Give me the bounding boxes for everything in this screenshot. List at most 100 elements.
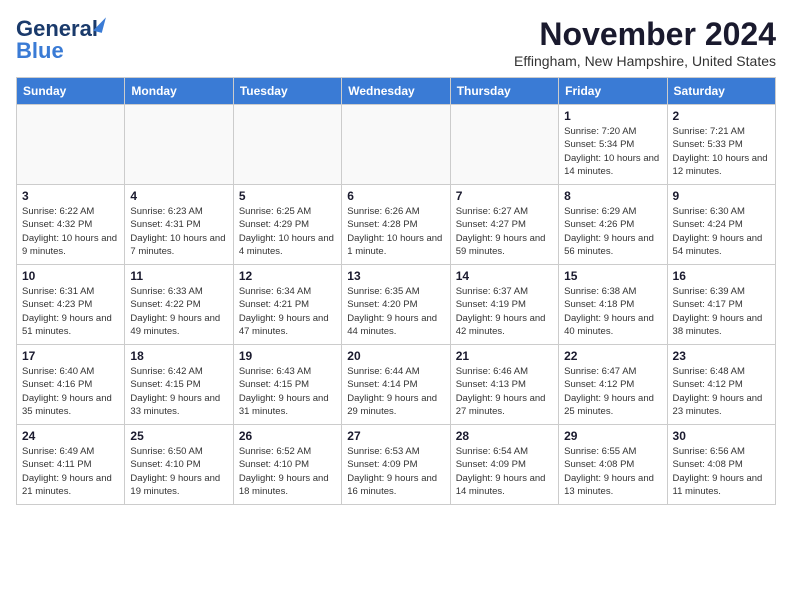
calendar-cell: 3Sunrise: 6:22 AM Sunset: 4:32 PM Daylig… xyxy=(17,185,125,265)
calendar-week-row: 17 Sunrise: 6:40 AM Sunset: 4:16 PM Dayli… xyxy=(17,345,776,425)
day-number: 7 xyxy=(456,189,553,203)
day-info: Sunrise: 7:20 AM Sunset: 5:34 PM Dayligh… xyxy=(564,125,661,178)
day-info: Sunrise: 6:48 AM Sunset: 4:12 PM Dayligh… xyxy=(673,365,770,418)
title-area: November 2024 Effingham, New Hampshire, … xyxy=(514,16,776,69)
calendar-cell: 29 Sunrise: 6:55 AM Sunset: 4:08 PM Dayli… xyxy=(559,425,667,505)
weekday-header-wednesday: Wednesday xyxy=(342,78,450,105)
day-number: 16 xyxy=(673,269,770,283)
location-subtitle: Effingham, New Hampshire, United States xyxy=(514,53,776,69)
calendar-cell: 2Sunrise: 7:21 AM Sunset: 5:33 PM Daylig… xyxy=(667,105,775,185)
calendar-cell: 20 Sunrise: 6:44 AM Sunset: 4:14 PM Dayli… xyxy=(342,345,450,425)
calendar-cell xyxy=(450,105,558,185)
calendar-cell: 21 Sunrise: 6:46 AM Sunset: 4:13 PM Dayli… xyxy=(450,345,558,425)
calendar-cell xyxy=(233,105,341,185)
day-number: 23 xyxy=(673,349,770,363)
day-number: 21 xyxy=(456,349,553,363)
day-number: 9 xyxy=(673,189,770,203)
logo-general: General xyxy=(16,16,98,41)
day-number: 17 xyxy=(22,349,119,363)
calendar-cell: 18 Sunrise: 6:42 AM Sunset: 4:15 PM Dayli… xyxy=(125,345,233,425)
day-number: 20 xyxy=(347,349,444,363)
day-info: Sunrise: 6:25 AM Sunset: 4:29 PM Dayligh… xyxy=(239,205,336,258)
day-info: Sunrise: 6:38 AM Sunset: 4:18 PM Dayligh… xyxy=(564,285,661,338)
calendar-cell: 30Sunrise: 6:56 AM Sunset: 4:08 PM Dayli… xyxy=(667,425,775,505)
day-number: 1 xyxy=(564,109,661,123)
day-number: 15 xyxy=(564,269,661,283)
weekday-header-friday: Friday xyxy=(559,78,667,105)
calendar-cell: 26 Sunrise: 6:52 AM Sunset: 4:10 PM Dayli… xyxy=(233,425,341,505)
day-number: 6 xyxy=(347,189,444,203)
day-info: Sunrise: 6:43 AM Sunset: 4:15 PM Dayligh… xyxy=(239,365,336,418)
day-number: 14 xyxy=(456,269,553,283)
day-info: Sunrise: 6:30 AM Sunset: 4:24 PM Dayligh… xyxy=(673,205,770,258)
day-info: Sunrise: 6:56 AM Sunset: 4:08 PM Dayligh… xyxy=(673,445,770,498)
day-info: Sunrise: 6:52 AM Sunset: 4:10 PM Dayligh… xyxy=(239,445,336,498)
logo: General Blue xyxy=(16,16,98,64)
day-info: Sunrise: 6:37 AM Sunset: 4:19 PM Dayligh… xyxy=(456,285,553,338)
weekday-header-monday: Monday xyxy=(125,78,233,105)
calendar-cell: 4 Sunrise: 6:23 AM Sunset: 4:31 PM Daylig… xyxy=(125,185,233,265)
weekday-header-thursday: Thursday xyxy=(450,78,558,105)
calendar-week-row: 10 Sunrise: 6:31 AM Sunset: 4:23 PM Dayli… xyxy=(17,265,776,345)
calendar-cell: 28 Sunrise: 6:54 AM Sunset: 4:09 PM Dayli… xyxy=(450,425,558,505)
calendar-cell: 6 Sunrise: 6:26 AM Sunset: 4:28 PM Daylig… xyxy=(342,185,450,265)
day-info: Sunrise: 6:39 AM Sunset: 4:17 PM Dayligh… xyxy=(673,285,770,338)
calendar-cell: 19 Sunrise: 6:43 AM Sunset: 4:15 PM Dayli… xyxy=(233,345,341,425)
calendar-header-row: SundayMondayTuesdayWednesdayThursdayFrid… xyxy=(17,78,776,105)
calendar-cell: 24 Sunrise: 6:49 AM Sunset: 4:11 PM Dayli… xyxy=(17,425,125,505)
day-number: 25 xyxy=(130,429,227,443)
day-info: Sunrise: 6:49 AM Sunset: 4:11 PM Dayligh… xyxy=(22,445,119,498)
day-info: Sunrise: 6:40 AM Sunset: 4:16 PM Dayligh… xyxy=(22,365,119,418)
weekday-header-sunday: Sunday xyxy=(17,78,125,105)
day-info: Sunrise: 6:23 AM Sunset: 4:31 PM Dayligh… xyxy=(130,205,227,258)
day-info: Sunrise: 6:42 AM Sunset: 4:15 PM Dayligh… xyxy=(130,365,227,418)
calendar-cell: 11 Sunrise: 6:33 AM Sunset: 4:22 PM Dayli… xyxy=(125,265,233,345)
day-number: 4 xyxy=(130,189,227,203)
day-info: Sunrise: 6:55 AM Sunset: 4:08 PM Dayligh… xyxy=(564,445,661,498)
day-number: 19 xyxy=(239,349,336,363)
day-number: 13 xyxy=(347,269,444,283)
day-info: Sunrise: 6:29 AM Sunset: 4:26 PM Dayligh… xyxy=(564,205,661,258)
calendar-cell: 16 Sunrise: 6:39 AM Sunset: 4:17 PM Dayli… xyxy=(667,265,775,345)
day-info: Sunrise: 6:35 AM Sunset: 4:20 PM Dayligh… xyxy=(347,285,444,338)
calendar-cell xyxy=(125,105,233,185)
day-info: Sunrise: 6:22 AM Sunset: 4:32 PM Dayligh… xyxy=(22,205,119,258)
day-info: Sunrise: 6:27 AM Sunset: 4:27 PM Dayligh… xyxy=(456,205,553,258)
day-number: 22 xyxy=(564,349,661,363)
day-info: Sunrise: 6:44 AM Sunset: 4:14 PM Dayligh… xyxy=(347,365,444,418)
day-number: 11 xyxy=(130,269,227,283)
weekday-header-tuesday: Tuesday xyxy=(233,78,341,105)
header: General Blue November 2024 Effingham, Ne… xyxy=(16,16,776,69)
day-info: Sunrise: 6:47 AM Sunset: 4:12 PM Dayligh… xyxy=(564,365,661,418)
calendar-cell: 10 Sunrise: 6:31 AM Sunset: 4:23 PM Dayli… xyxy=(17,265,125,345)
calendar-week-row: 24 Sunrise: 6:49 AM Sunset: 4:11 PM Dayli… xyxy=(17,425,776,505)
day-info: Sunrise: 6:33 AM Sunset: 4:22 PM Dayligh… xyxy=(130,285,227,338)
calendar-cell: 22 Sunrise: 6:47 AM Sunset: 4:12 PM Dayli… xyxy=(559,345,667,425)
day-info: Sunrise: 6:34 AM Sunset: 4:21 PM Dayligh… xyxy=(239,285,336,338)
calendar-cell: 1 Sunrise: 7:20 AM Sunset: 5:34 PM Daylig… xyxy=(559,105,667,185)
calendar-cell: 17 Sunrise: 6:40 AM Sunset: 4:16 PM Dayli… xyxy=(17,345,125,425)
calendar-cell: 7 Sunrise: 6:27 AM Sunset: 4:27 PM Daylig… xyxy=(450,185,558,265)
calendar-cell: 9 Sunrise: 6:30 AM Sunset: 4:24 PM Daylig… xyxy=(667,185,775,265)
day-number: 10 xyxy=(22,269,119,283)
calendar-cell: 27Sunrise: 6:53 AM Sunset: 4:09 PM Dayli… xyxy=(342,425,450,505)
calendar-cell: 14 Sunrise: 6:37 AM Sunset: 4:19 PM Dayli… xyxy=(450,265,558,345)
calendar-week-row: 3Sunrise: 6:22 AM Sunset: 4:32 PM Daylig… xyxy=(17,185,776,265)
day-info: Sunrise: 7:21 AM Sunset: 5:33 PM Dayligh… xyxy=(673,125,770,178)
weekday-header-saturday: Saturday xyxy=(667,78,775,105)
day-info: Sunrise: 6:26 AM Sunset: 4:28 PM Dayligh… xyxy=(347,205,444,258)
day-number: 26 xyxy=(239,429,336,443)
day-number: 29 xyxy=(564,429,661,443)
calendar-cell: 15 Sunrise: 6:38 AM Sunset: 4:18 PM Dayli… xyxy=(559,265,667,345)
day-number: 28 xyxy=(456,429,553,443)
day-number: 27 xyxy=(347,429,444,443)
calendar-cell: 8Sunrise: 6:29 AM Sunset: 4:26 PM Daylig… xyxy=(559,185,667,265)
calendar-cell xyxy=(17,105,125,185)
day-info: Sunrise: 6:31 AM Sunset: 4:23 PM Dayligh… xyxy=(22,285,119,338)
month-title: November 2024 xyxy=(514,16,776,53)
day-number: 24 xyxy=(22,429,119,443)
day-number: 18 xyxy=(130,349,227,363)
day-info: Sunrise: 6:54 AM Sunset: 4:09 PM Dayligh… xyxy=(456,445,553,498)
day-info: Sunrise: 6:46 AM Sunset: 4:13 PM Dayligh… xyxy=(456,365,553,418)
calendar-cell: 25Sunrise: 6:50 AM Sunset: 4:10 PM Dayli… xyxy=(125,425,233,505)
